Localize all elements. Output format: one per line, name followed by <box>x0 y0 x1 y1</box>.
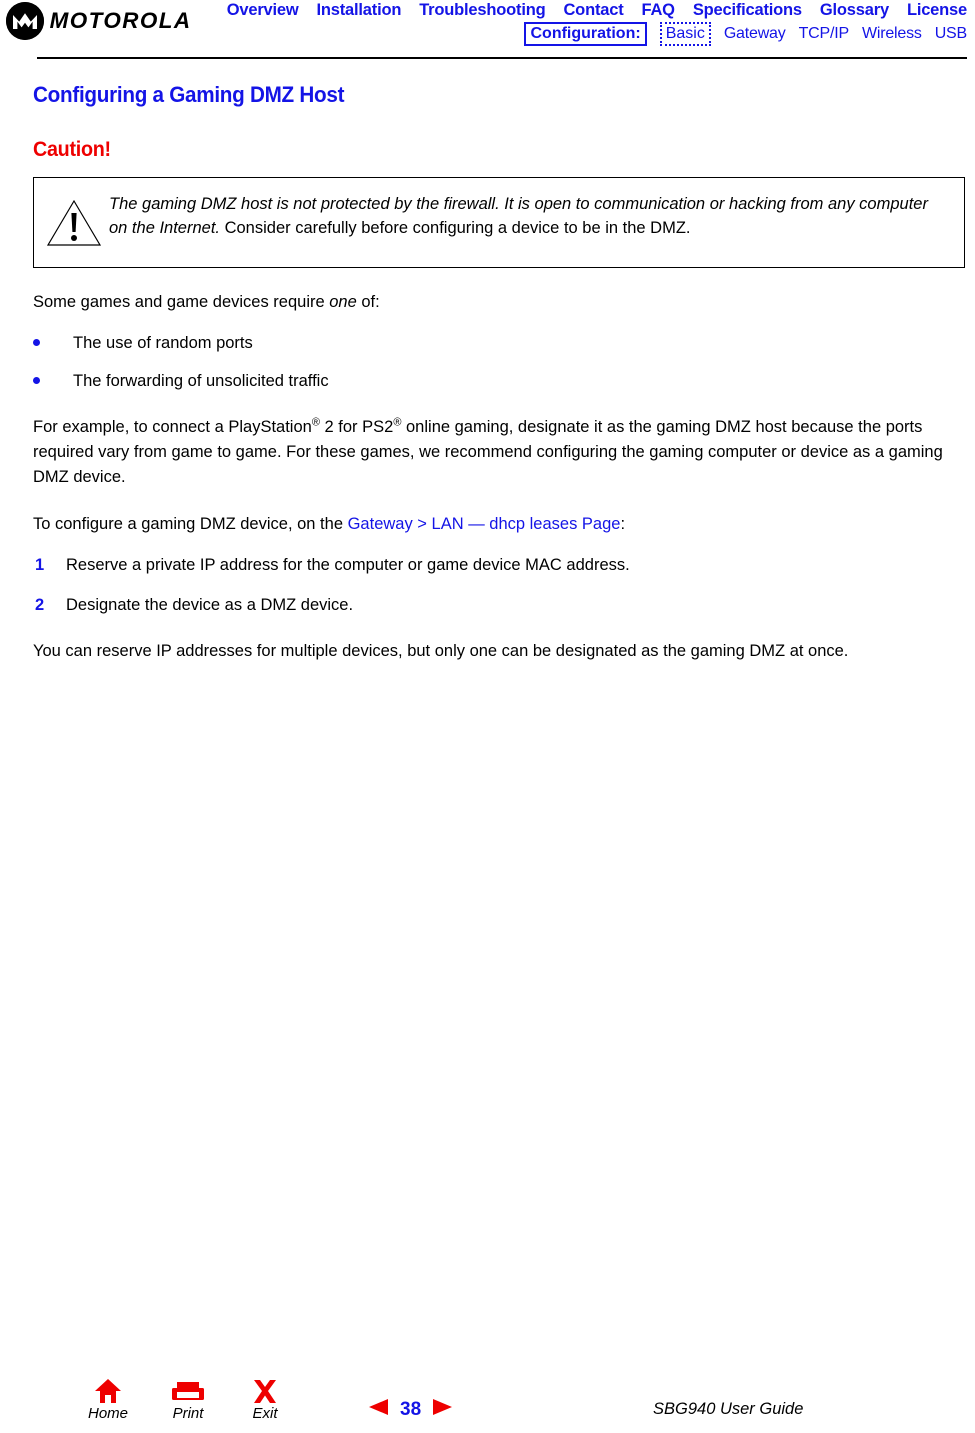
list-item: 2 Designate the device as a DMZ device. <box>33 593 968 617</box>
caution-callout-box: The gaming DMZ host is not protected by … <box>33 177 965 268</box>
list-item: The use of random ports <box>33 331 968 355</box>
list-item-label: The forwarding of unsolicited traffic <box>73 372 329 390</box>
nav-link-specifications[interactable]: Specifications <box>693 1 802 20</box>
triangle-right-icon[interactable] <box>432 1398 453 1421</box>
bullet-dot-icon <box>33 377 40 384</box>
nav-link-wireless[interactable]: Wireless <box>862 25 922 43</box>
home-label: Home <box>87 1405 128 1422</box>
page-number: 38 <box>400 1398 422 1420</box>
header-divider <box>37 57 967 59</box>
motorola-wordmark: MOTOROLA <box>49 8 192 33</box>
caution-text: The gaming DMZ host is not protected by … <box>109 190 954 240</box>
page-title: Configuring a Gaming DMZ Host <box>33 82 345 107</box>
steps-list: 1 Reserve a private IP address for the c… <box>33 553 968 617</box>
list-item: The forwarding of unsolicited traffic <box>33 369 968 393</box>
instruction-paragraph: To configure a gaming DMZ device, on the… <box>33 512 968 537</box>
printer-icon <box>155 1378 221 1404</box>
step-number: 1 <box>35 556 45 574</box>
nav-link-gateway[interactable]: Gateway <box>724 25 786 43</box>
nav-link-overview[interactable]: Overview <box>227 1 299 20</box>
dhcp-leases-page-link[interactable]: Gateway > LAN — dhcp leases Page <box>348 515 621 533</box>
exit-label: Exit <box>252 1405 278 1422</box>
step-text: Designate the device as a DMZ device. <box>66 596 354 614</box>
document-content: Configuring a Gaming DMZ Host Caution! T… <box>33 82 968 664</box>
motorola-logo: MOTOROLA <box>6 2 190 40</box>
closing-paragraph: You can reserve IP addresses for multipl… <box>33 642 849 660</box>
step-number: 2 <box>35 596 45 614</box>
list-item-label: The use of random ports <box>73 334 253 352</box>
nav-link-tcpip[interactable]: TCP/IP <box>799 25 850 43</box>
requirements-list: The use of random ports The forwarding o… <box>33 331 968 393</box>
guide-title: SBG940 User Guide <box>653 1400 804 1418</box>
nav-link-installation[interactable]: Installation <box>317 1 402 20</box>
bullet-dot-icon <box>33 339 40 346</box>
intro-paragraph: Some games and game devices require one … <box>33 290 968 315</box>
intro-emphasis: one <box>329 293 357 311</box>
list-item: 1 Reserve a private IP address for the c… <box>33 553 968 577</box>
motorola-batwing-icon <box>6 2 44 40</box>
home-icon <box>75 1378 141 1404</box>
page-navigation: 38 <box>368 1398 453 1421</box>
nav-link-faq[interactable]: FAQ <box>642 1 676 20</box>
nav-link-basic[interactable]: Basic <box>659 21 711 46</box>
instruction-suffix: : <box>620 515 626 533</box>
example-part2: 2 for PS2 <box>319 418 394 436</box>
print-button[interactable]: Print <box>155 1378 221 1422</box>
example-part1: For example, to connect a PlayStation <box>33 418 312 436</box>
caution-heading: Caution! <box>33 138 111 161</box>
home-button[interactable]: Home <box>75 1378 141 1422</box>
nav-link-license[interactable]: License <box>907 1 967 20</box>
secondary-nav-row: Configuration: Basic Gateway TCP/IP Wire… <box>180 21 975 46</box>
exit-x-icon <box>232 1378 298 1404</box>
nav-link-usb[interactable]: USB <box>935 25 968 43</box>
primary-nav-row: Overview Installation Troubleshooting Co… <box>180 0 975 21</box>
page-header: MOTOROLA Overview Installation Troublesh… <box>0 0 975 59</box>
print-label: Print <box>172 1405 204 1422</box>
instruction-prefix: To configure a gaming DMZ device, on the <box>33 515 348 533</box>
intro-text-after: of: <box>356 293 380 311</box>
warning-triangle-icon <box>46 190 109 253</box>
step-text: Reserve a private IP address for the com… <box>66 556 630 574</box>
nav-section-configuration: Configuration: <box>524 21 647 46</box>
header-navigation: Overview Installation Troubleshooting Co… <box>180 0 975 46</box>
nav-link-troubleshooting[interactable]: Troubleshooting <box>419 1 545 20</box>
nav-link-glossary[interactable]: Glossary <box>820 1 889 20</box>
nav-link-contact[interactable]: Contact <box>563 1 623 20</box>
registered-mark-icon: ® <box>311 416 320 429</box>
exit-button[interactable]: Exit <box>232 1378 298 1422</box>
triangle-left-icon[interactable] <box>368 1398 389 1421</box>
caution-normal-text: Consider carefully before configuring a … <box>220 219 691 237</box>
intro-text-before: Some games and game devices require <box>33 293 330 311</box>
example-paragraph: For example, to connect a PlayStation® 2… <box>33 415 968 490</box>
page-footer: Home Print Exit 38 SBG940 User Guide <box>0 1378 975 1433</box>
